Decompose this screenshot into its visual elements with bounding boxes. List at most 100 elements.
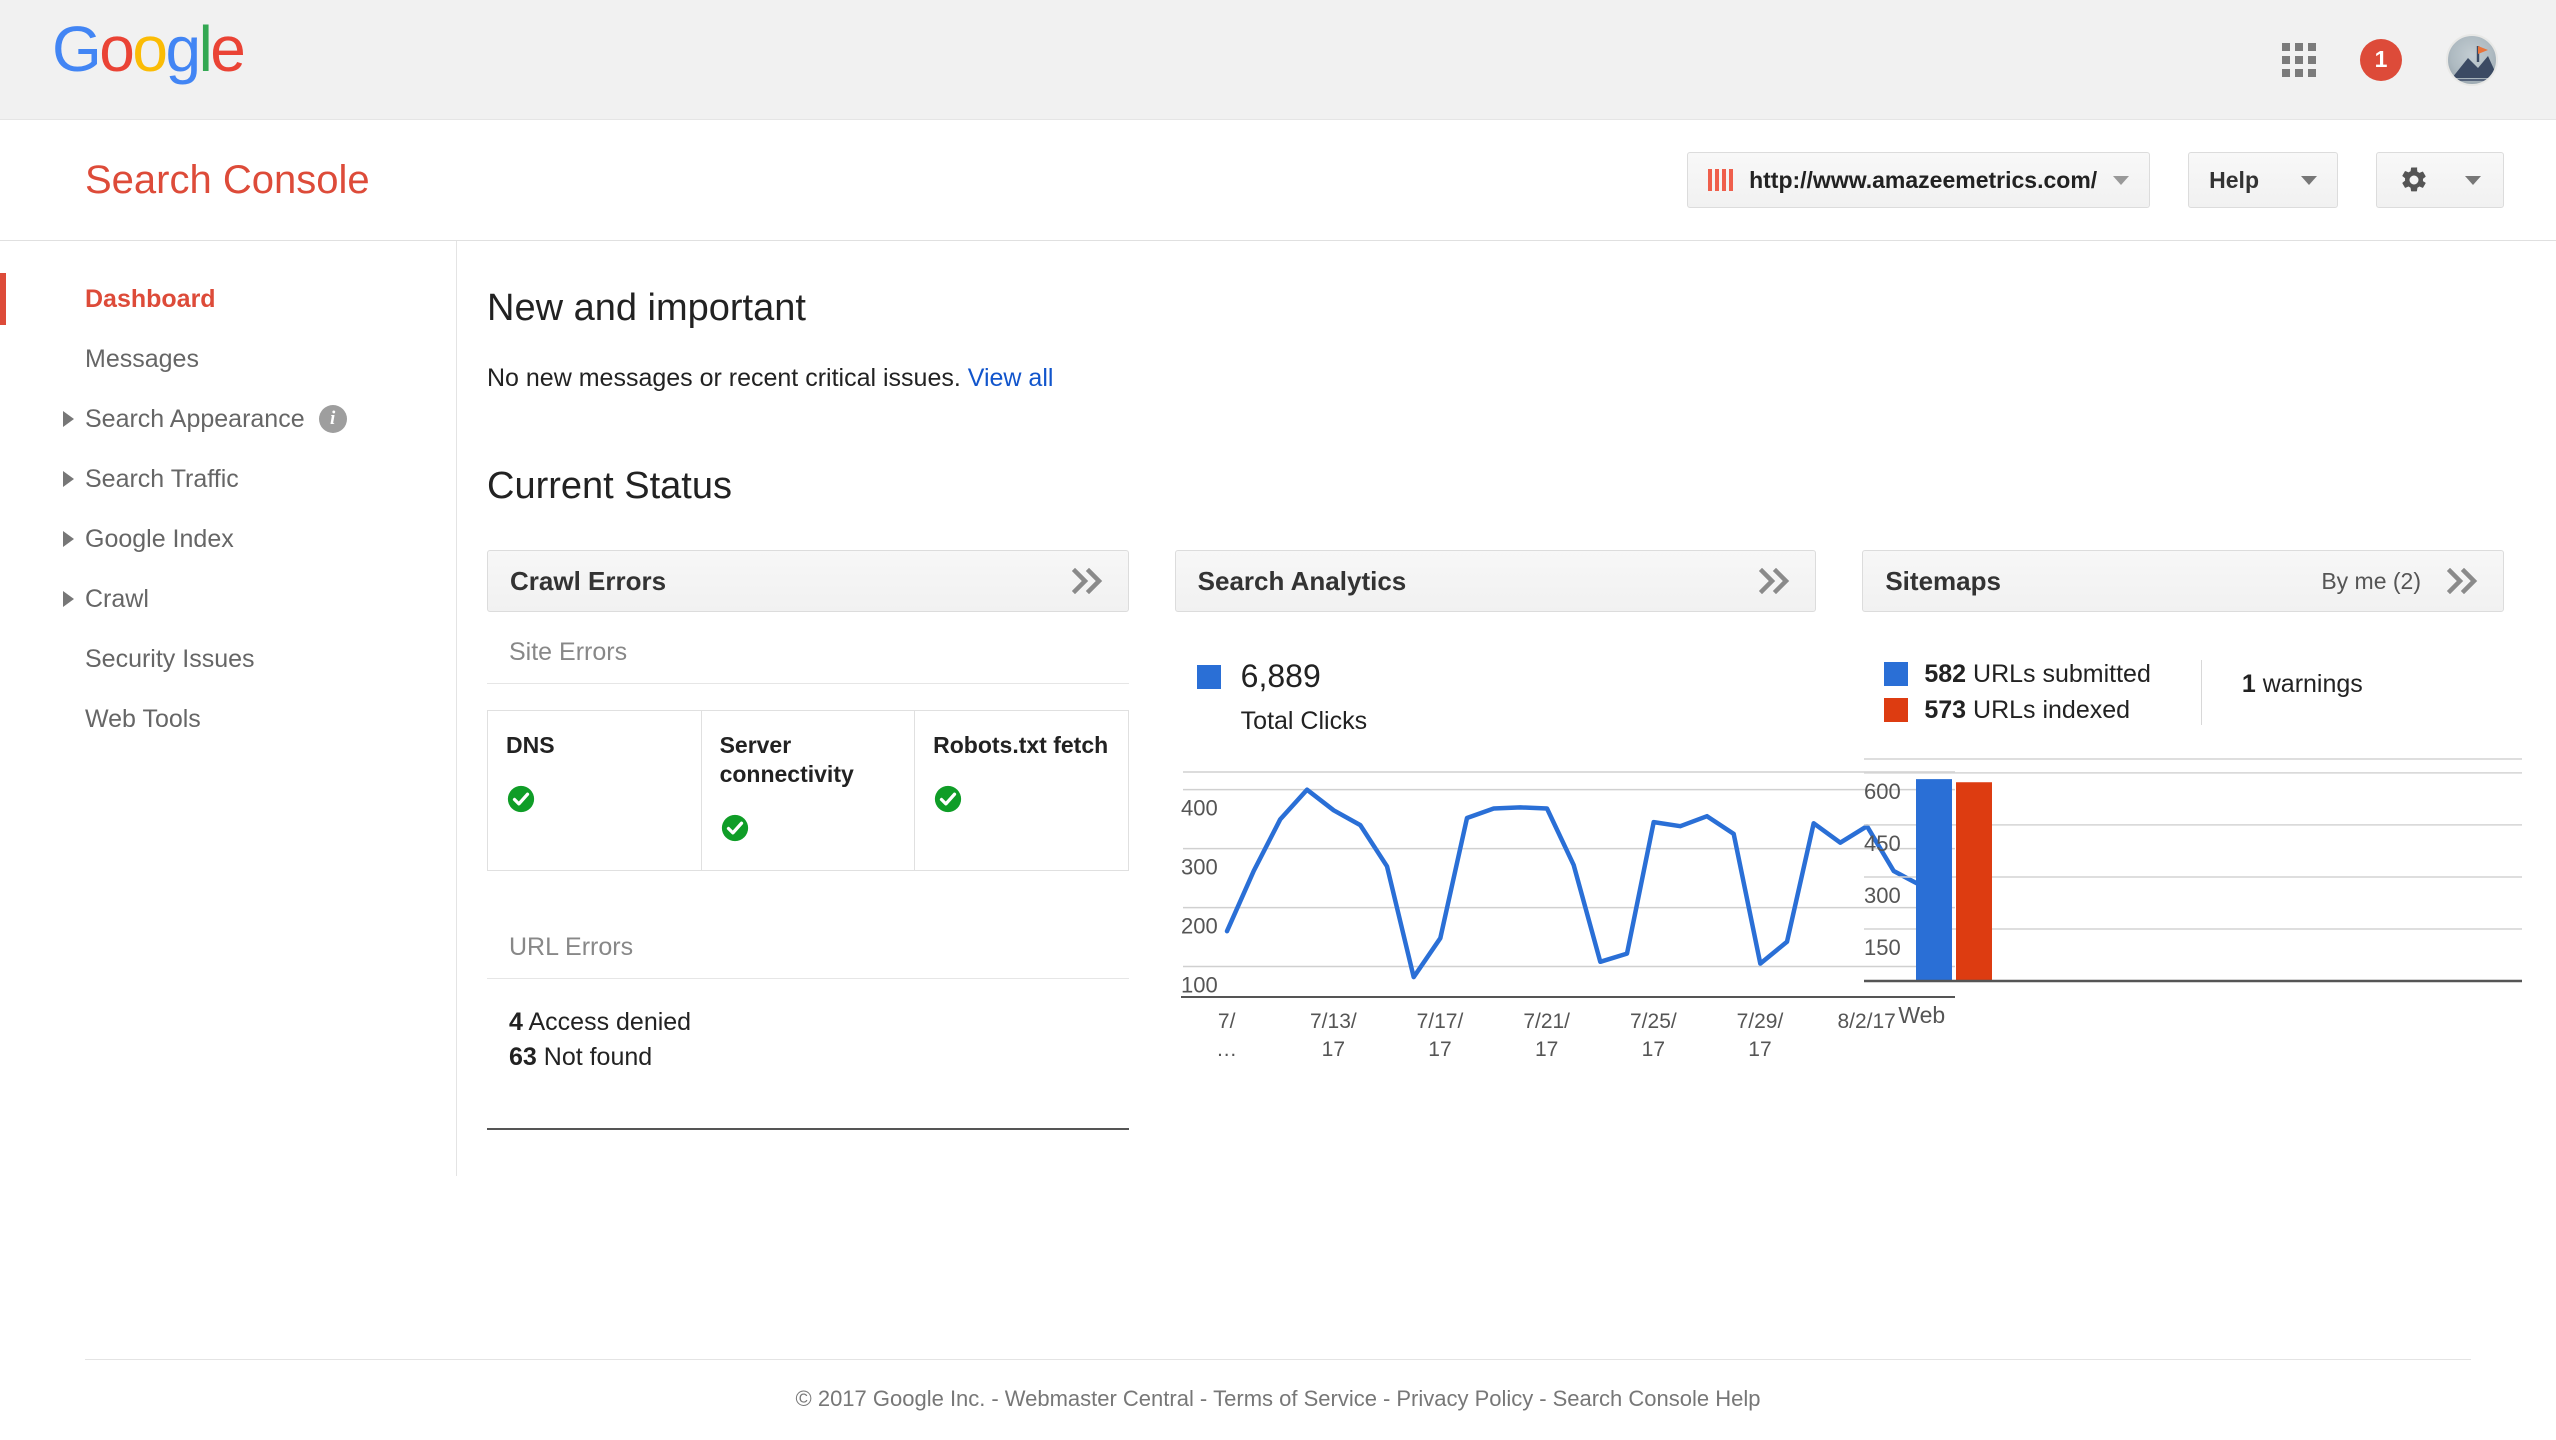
bar-chart-category-label: Web [1862, 1002, 2504, 1029]
footer-separator: - [1200, 1386, 1207, 1411]
sidebar-item-google-index[interactable]: Google Index [0, 509, 456, 569]
logo-letter: e [210, 13, 243, 85]
site-error-cell: DNS [488, 711, 702, 870]
footer-link[interactable]: Privacy Policy [1396, 1386, 1533, 1411]
main-content: New and important No new messages or rec… [457, 241, 2556, 1176]
apps-grid-icon[interactable] [2282, 43, 2316, 77]
search-analytics-card-header[interactable]: Search Analytics [1175, 550, 1817, 612]
sitemaps-divider [2201, 660, 2202, 725]
footer-links: © 2017 Google Inc.-Webmaster Central-Ter… [85, 1386, 2471, 1412]
header-actions: http://www.amazeemetrics.com/ Help [1687, 152, 2504, 208]
status-cards: Crawl Errors Site Errors DNS Server conn… [487, 550, 2504, 1130]
site-error-name: Server connectivity [720, 731, 897, 789]
clicks-line-chart: 100 200 300 400 [1175, 768, 1817, 998]
sitemaps-bar-chart: 150300450600 [1862, 755, 2504, 990]
app-header: Search Console http://www.amazeemetrics.… [0, 120, 2556, 241]
chevron-right-icon[interactable] [63, 471, 74, 487]
sidebar-item-search-traffic[interactable]: Search Traffic [0, 449, 456, 509]
urls-submitted-count: 582 [1924, 660, 1966, 688]
avatar[interactable] [2446, 34, 2498, 86]
footer-separator: - [991, 1386, 998, 1411]
urls-indexed-row: 573 URLs indexed [1884, 692, 2151, 728]
site-error-status [720, 813, 897, 848]
sidebar-item-label: Search Appearance [85, 405, 305, 434]
sidebar-item-security-issues[interactable]: Security Issues [0, 629, 456, 689]
footer-separator: - [1539, 1386, 1546, 1411]
x-axis-tick-label: 7/25/17 [1608, 1008, 1698, 1065]
logo-letter: o [132, 13, 165, 85]
google-logo[interactable]: Google [52, 49, 243, 71]
current-status-heading: Current Status [487, 465, 2504, 508]
warnings-label: warnings [2263, 670, 2363, 698]
footer-link[interactable]: Terms of Service [1213, 1386, 1377, 1411]
footer-link[interactable]: Webmaster Central [1005, 1386, 1194, 1411]
sidebar-item-messages[interactable]: Messages [0, 329, 456, 389]
double-chevron-right-icon[interactable] [1759, 568, 1793, 594]
site-error-name: DNS [506, 731, 683, 760]
site-error-cell: Server connectivity [702, 711, 916, 870]
sidebar-item-search-appearance[interactable]: Search Appearance i [0, 389, 456, 449]
svg-text:300: 300 [1864, 882, 1901, 907]
sidebar-item-label: Dashboard [85, 285, 216, 314]
avatar-mountain-icon [2448, 36, 2498, 86]
sitemaps-card-header[interactable]: Sitemaps By me (2) [1862, 550, 2504, 612]
chevron-right-icon[interactable] [63, 411, 74, 427]
double-chevron-right-icon[interactable] [1072, 568, 1106, 594]
url-errors-label: URL Errors [487, 933, 1129, 979]
logo-letter: l [199, 13, 211, 85]
view-all-link[interactable]: View all [968, 364, 1054, 392]
site-error-status [506, 784, 683, 819]
indexed-legend-swatch [1884, 698, 1908, 722]
urls-indexed-count: 573 [1924, 696, 1966, 724]
search-analytics-card: Search Analytics 6,889 Total Clicks 100 2… [1175, 550, 1817, 1130]
gear-icon [2399, 165, 2429, 195]
svg-text:600: 600 [1864, 778, 1901, 803]
help-label: Help [2209, 167, 2259, 194]
svg-text:300: 300 [1181, 855, 1218, 880]
page-title: Search Console [85, 158, 370, 203]
info-icon[interactable]: i [319, 405, 347, 433]
total-clicks-metric: 6,889 [1197, 658, 1817, 695]
warnings-count: 1 [2242, 670, 2256, 698]
help-button[interactable]: Help [2188, 152, 2338, 208]
url-error-label: Access denied [528, 1008, 691, 1036]
chevron-right-icon[interactable] [63, 531, 74, 547]
svg-text:400: 400 [1181, 796, 1218, 821]
chevron-right-icon[interactable] [63, 591, 74, 607]
crawl-errors-card-header[interactable]: Crawl Errors [487, 550, 1129, 612]
double-chevron-right-icon[interactable] [2447, 568, 2481, 594]
site-errors-label: Site Errors [487, 612, 1129, 684]
green-check-icon [720, 813, 750, 843]
sidebar-item-label: Google Index [85, 525, 234, 554]
new-and-important-heading: New and important [487, 287, 2504, 330]
sidebar-item-dashboard[interactable]: Dashboard [0, 269, 456, 329]
sitemaps-title: Sitemaps [1885, 566, 2001, 597]
submitted-legend-swatch [1884, 662, 1908, 686]
logo-letter: g [165, 13, 198, 85]
sidebar-item-label: Security Issues [85, 645, 255, 674]
sitemaps-card: Sitemaps By me (2) 582 U [1862, 550, 2504, 1130]
crawl-errors-card: Crawl Errors Site Errors DNS Server conn… [487, 550, 1129, 1130]
x-axis-tick-label: 7/29/17 [1715, 1008, 1805, 1065]
sidebar-item-web-tools[interactable]: Web Tools [0, 689, 456, 749]
url-errors-list: 4 Access denied 63 Not found [487, 979, 1129, 1076]
chevron-down-icon [2113, 176, 2129, 185]
settings-button[interactable] [2376, 152, 2504, 208]
footer-copyright: © 2017 Google Inc. [796, 1386, 986, 1411]
new-and-important-message: No new messages or recent critical issue… [487, 364, 2504, 393]
google-top-bar: Google 1 [0, 0, 2556, 120]
total-clicks-label: Total Clicks [1241, 707, 1817, 736]
urls-submitted-label: URLs submitted [1973, 660, 2151, 688]
footer-link[interactable]: Search Console Help [1553, 1386, 1761, 1411]
logo-letter: o [99, 13, 132, 85]
x-axis-tick-label: 7/17/17 [1395, 1008, 1485, 1065]
property-selector[interactable]: http://www.amazeemetrics.com/ [1687, 152, 2150, 208]
sidebar-item-label: Search Traffic [85, 465, 239, 494]
svg-text:100: 100 [1181, 973, 1218, 998]
notification-badge[interactable]: 1 [2360, 39, 2402, 81]
sidebar-item-crawl[interactable]: Crawl [0, 569, 456, 629]
site-error-cell: Robots.txt fetch [915, 711, 1128, 870]
clicks-line-chart-svg: 100 200 300 400 [1175, 768, 1955, 998]
svg-text:200: 200 [1181, 914, 1218, 939]
page-footer: © 2017 Google Inc.-Webmaster Central-Ter… [85, 1359, 2471, 1440]
